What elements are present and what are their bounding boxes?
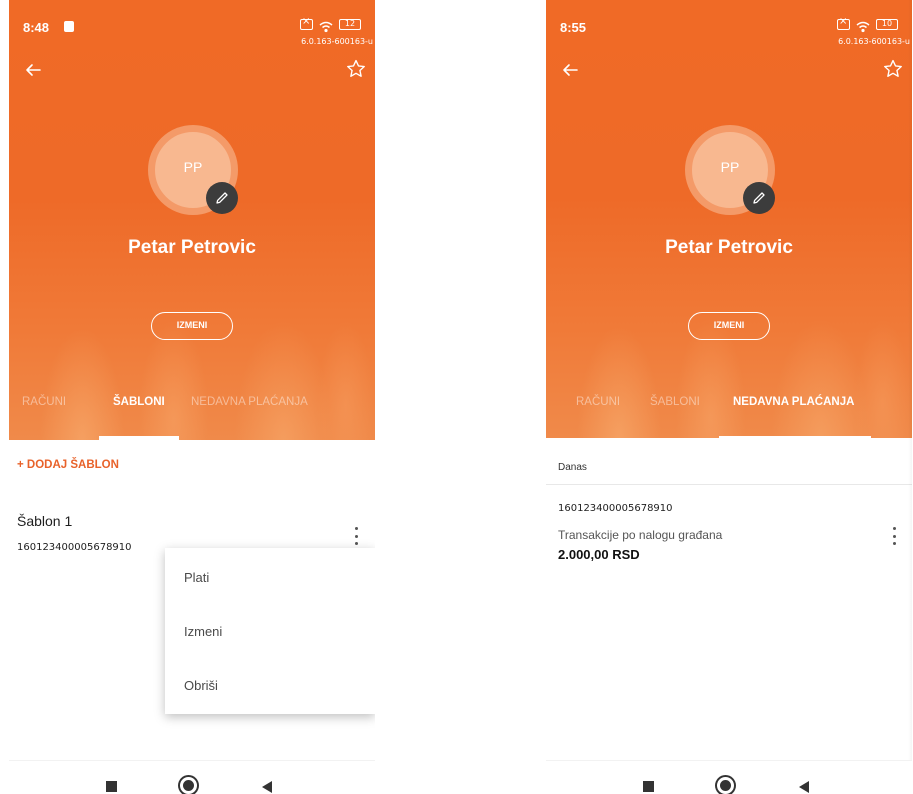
more-options-icon[interactable] (885, 524, 903, 548)
avatar-initials: PP (720, 159, 740, 175)
screen-edge-shadow (908, 0, 912, 794)
status-icons: 10 (837, 16, 898, 33)
template-name[interactable]: Šablon 1 (17, 513, 72, 529)
app-version: 6.0.163-600163-u (301, 37, 373, 46)
back-triangle-icon[interactable] (261, 780, 273, 794)
tab-recent-payments[interactable]: NEDAVNA PLAĆANJA (733, 396, 854, 408)
recents-icon[interactable] (106, 781, 117, 792)
payment-amount: 2.000,00 RSD (558, 547, 640, 562)
payment-account-number: 160123400005678910 (558, 503, 673, 514)
status-time: 8:48 (23, 20, 50, 35)
status-time: 8:55 (560, 20, 587, 35)
no-sim-icon (837, 16, 850, 30)
battery-icon: 12 (339, 18, 361, 30)
avatar-initials: PP (183, 159, 203, 175)
tab-bar: RAČUNI ŠABLONI NEDAVNA PLAĆANJA (546, 390, 912, 440)
tab-accounts[interactable]: RAČUNI (22, 396, 66, 408)
favorite-star-icon[interactable] (882, 58, 904, 80)
status-bar: 8:55 10 6.0.163-600163-u (546, 0, 912, 56)
edit-avatar-button[interactable] (743, 182, 775, 214)
tab-templates[interactable]: ŠABLONI (113, 396, 165, 408)
favorite-star-icon[interactable] (345, 58, 367, 80)
payment-description[interactable]: Transakcije po nalogu građana (558, 528, 722, 542)
profile-header: 8:48 12 6.0.163-600163-u PP Peta (9, 0, 375, 440)
no-sim-icon (300, 16, 313, 30)
phone-screen-templates: 8:48 12 6.0.163-600163-u PP Peta (9, 0, 375, 794)
tab-accounts[interactable]: RAČUNI (576, 396, 620, 408)
home-icon[interactable] (717, 777, 734, 794)
menu-item-delete[interactable]: Obriši (184, 678, 218, 693)
status-bar: 8:48 12 6.0.163-600163-u (9, 0, 375, 56)
active-tab-indicator (719, 436, 871, 440)
system-nav-bar (546, 760, 912, 794)
system-nav-bar (9, 760, 375, 794)
user-name: Petar Petrovic (665, 237, 793, 258)
more-options-icon[interactable] (347, 524, 365, 548)
tab-bar: RAČUNI ŠABLONI NEDAVNA PLAĆANJA (9, 390, 375, 440)
user-name: Petar Petrovic (128, 237, 256, 258)
active-tab-indicator (99, 436, 179, 440)
menu-item-pay[interactable]: Plati (184, 570, 209, 585)
battery-icon: 10 (876, 18, 898, 30)
template-account-number: 160123400005678910 (17, 542, 132, 553)
home-icon[interactable] (180, 777, 197, 794)
status-icons: 12 (300, 16, 361, 33)
back-arrow-icon[interactable] (23, 60, 43, 80)
back-arrow-icon[interactable] (560, 60, 580, 80)
pencil-icon (216, 192, 228, 204)
recents-icon[interactable] (643, 781, 654, 792)
back-triangle-icon[interactable] (798, 780, 810, 794)
wifi-icon (319, 18, 333, 33)
edit-profile-button[interactable]: IZMENI (151, 312, 233, 340)
notification-icon (64, 21, 74, 32)
add-template-button[interactable]: + DODAJ ŠABLON (17, 459, 119, 471)
section-date-label: Danas (558, 462, 587, 473)
app-version: 6.0.163-600163-u (838, 37, 910, 46)
wifi-icon (856, 18, 870, 33)
divider (546, 484, 912, 485)
context-menu: Plati Izmeni Obriši (165, 548, 375, 714)
edit-profile-button[interactable]: IZMENI (688, 312, 770, 340)
tab-recent-payments[interactable]: NEDAVNA PLAĆANJA (191, 396, 308, 408)
edit-avatar-button[interactable] (206, 182, 238, 214)
menu-item-edit[interactable]: Izmeni (184, 624, 222, 639)
profile-header: 8:55 10 6.0.163-600163-u PP Petar Petro (546, 0, 912, 440)
pencil-icon (753, 192, 765, 204)
phone-screen-recent-payments: 8:55 10 6.0.163-600163-u PP Petar Petro (546, 0, 912, 794)
tab-templates[interactable]: ŠABLONI (650, 396, 700, 408)
